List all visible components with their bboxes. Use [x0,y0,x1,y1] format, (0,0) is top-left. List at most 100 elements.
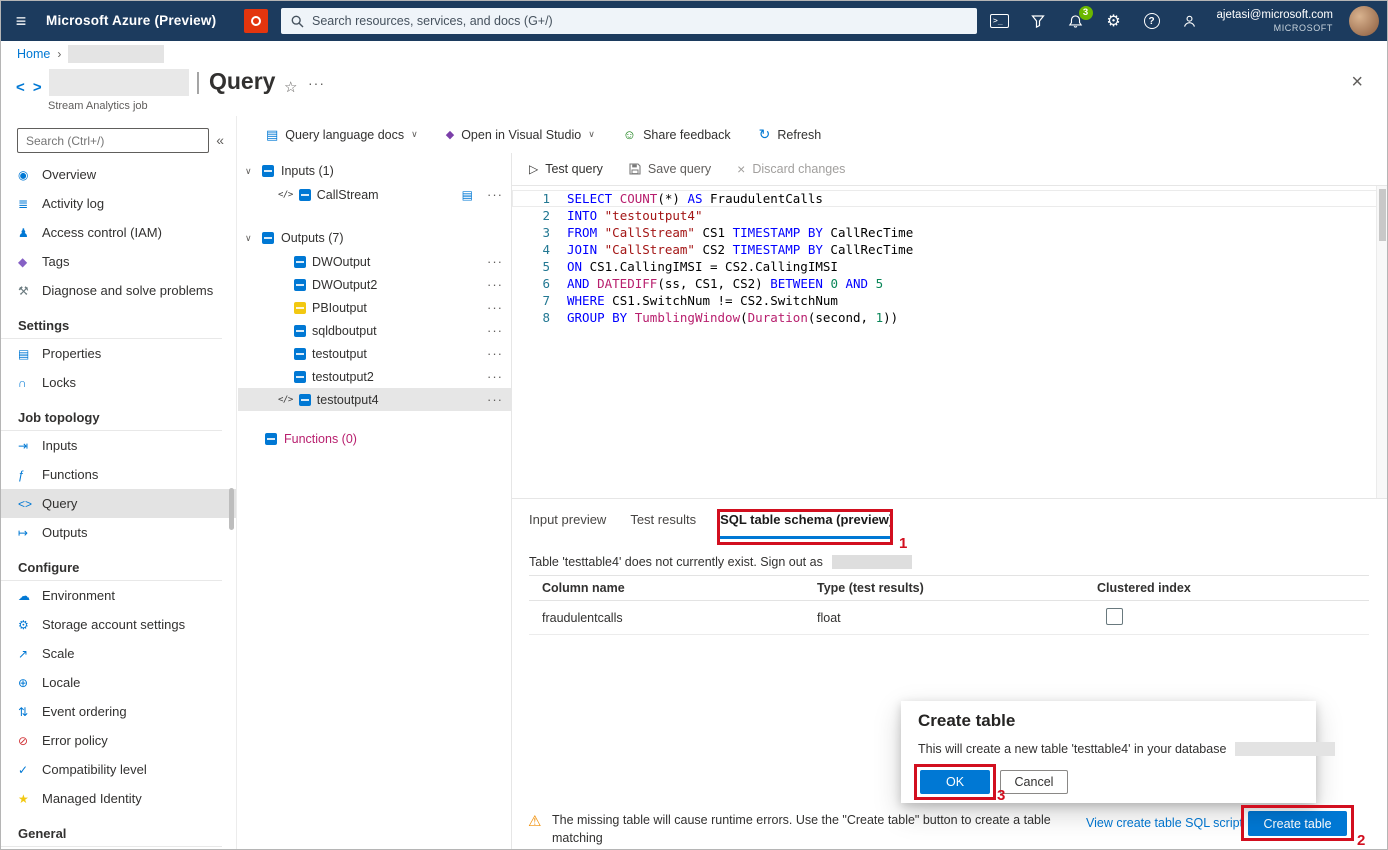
sidebar-search-input[interactable] [17,128,209,153]
tab-sql-table-schema[interactable]: SQL table schema (preview) [720,512,893,539]
tree-item-callstream[interactable]: </> CallStream ▤ ··· [238,183,511,206]
sidebar-item-inputs[interactable]: ⇥Inputs [1,431,236,460]
cloud-shell-icon[interactable]: >_ [989,10,1011,32]
header-column-name: Column name [529,581,804,595]
sidebar-item-event-ordering[interactable]: ⇅Event ordering [1,697,236,726]
editor-scrollbar-thumb[interactable] [1379,189,1386,241]
sidebar-item-functions[interactable]: ƒFunctions [1,460,236,489]
sidebar-item-access-control-iam[interactable]: ♟Access control (IAM) [1,218,236,247]
account-info[interactable]: ajetasi@microsoft.com MICROSOFT [1217,8,1333,34]
functions-group-icon [265,433,277,445]
share-feedback-button[interactable]: ☺ Share feedback [623,127,731,142]
section-divider [1,846,222,847]
tree-functions-group[interactable]: Functions (0) [238,427,511,451]
tree-item-dwoutput[interactable]: DWOutput··· [238,250,511,273]
access-control-iam-icon: ♟ [18,226,42,240]
sidebar-section-general: General [1,813,236,846]
more-options-icon[interactable]: ··· [487,300,503,315]
tree-outputs-group[interactable]: ∨ Outputs (7) [238,226,511,250]
environment-icon: ☁ [18,589,42,603]
tree-item-testoutput[interactable]: testoutput··· [238,342,511,365]
more-options-icon[interactable]: ··· [487,277,503,292]
tab-test-results[interactable]: Test results [630,512,696,539]
sidebar-item-managed-identity[interactable]: ★Managed Identity [1,784,236,813]
notifications-icon[interactable]: 3 [1065,10,1087,32]
sidebar-item-properties[interactable]: ▤Properties [1,339,236,368]
sidebar-item-diagnose-and-solve-problems[interactable]: ⚒Diagnose and solve problems [1,276,236,305]
tree-item-testoutput4[interactable]: </>testoutput4··· [238,388,511,411]
tree-inputs-group[interactable]: ∨ Inputs (1) [238,159,511,183]
tree-item-label: sqldboutput [312,324,377,338]
tree-outputs-label: Outputs (7) [281,231,344,245]
sidebar-item-environment[interactable]: ☁Environment [1,581,236,610]
discard-changes-button[interactable]: × Discard changes [737,161,845,177]
redacted-database-name [1235,742,1335,756]
breadcrumb-home-link[interactable]: Home [17,47,50,61]
code-reference-badge: </> [278,190,293,200]
account-directory: MICROSOFT [1217,23,1333,34]
sidebar-item-outputs[interactable]: ↦Outputs [1,518,236,547]
sidebar-item-label: Environment [42,588,115,603]
open-in-visual-studio-button[interactable]: ◆ Open in Visual Studio ∨ [446,128,595,142]
test-query-button[interactable]: ▷ Test query [529,162,603,176]
sidebar-item-compatibility-level[interactable]: ✓Compatibility level [1,755,236,784]
sidebar-scrollbar[interactable] [229,488,234,530]
sidebar-item-locale[interactable]: ⊕Locale [1,668,236,697]
favorite-star-icon[interactable]: ☆ [284,78,297,96]
chevron-down-icon: ∨ [588,129,595,140]
tab-input-preview[interactable]: Input preview [529,512,606,539]
sidebar-item-overview[interactable]: ◉Overview [1,160,236,189]
more-options-icon[interactable]: ··· [487,187,503,202]
more-options-icon[interactable]: ··· [487,346,503,361]
cancel-button[interactable]: Cancel [1000,770,1068,794]
sample-data-icon[interactable]: ▤ [462,188,473,202]
avatar[interactable] [1349,6,1379,36]
preview-app-icon[interactable] [244,9,268,33]
save-query-button[interactable]: Save query [629,162,711,176]
outputs-list: DWOutput···DWOutput2···PBIoutput···sqldb… [238,250,511,411]
settings-gear-icon[interactable]: ⚙ [1103,10,1125,32]
query-language-docs-button[interactable]: ▤ Query language docs ∨ [266,127,418,143]
directory-filter-icon[interactable] [1027,10,1049,32]
save-query-label: Save query [648,162,711,176]
sidebar-menu: ◉Overview≣Activity log♟Access control (I… [1,160,236,847]
collapse-menu-icon[interactable]: « [216,132,224,148]
tree-item-pbioutput[interactable]: PBIoutput··· [238,296,511,319]
outputs-group-icon [262,232,274,244]
more-options-icon[interactable]: ··· [487,369,503,384]
tree-item-testoutput2[interactable]: testoutput2··· [238,365,511,388]
tree-item-sqldboutput[interactable]: sqldboutput ··· [238,319,511,342]
global-search-input[interactable] [312,14,967,28]
more-options-icon[interactable]: ··· [487,254,503,269]
code-reference-badge: </> [278,395,293,405]
save-icon [629,163,641,175]
query-editor[interactable]: 1SELECT COUNT(*) AS FraudulentCalls2INTO… [511,186,1378,498]
sidebar-item-activity-log[interactable]: ≣Activity log [1,189,236,218]
more-options-icon[interactable]: ··· [487,392,503,407]
help-icon[interactable]: ? [1141,10,1163,32]
locks-icon: ∩ [18,376,42,390]
sidebar-item-storage-account-settings[interactable]: ⚙Storage account settings [1,610,236,639]
more-options-icon[interactable]: ··· [487,323,503,338]
open-in-visual-studio-label: Open in Visual Studio [461,128,581,142]
sidebar-item-query[interactable]: <>Query [1,489,236,518]
sidebar-item-error-policy[interactable]: ⊘Error policy [1,726,236,755]
view-create-table-sql-script-link[interactable]: View create table SQL script [1086,816,1243,830]
hamburger-menu-icon[interactable]: ≡ [1,1,41,41]
feedback-icon[interactable] [1179,10,1201,32]
refresh-button[interactable]: ↻ Refresh [759,126,822,143]
sidebar-item-tags[interactable]: ◆Tags [1,247,236,276]
tree-item-dwoutput2[interactable]: DWOutput2··· [238,273,511,296]
clustered-index-checkbox[interactable] [1106,608,1123,625]
ok-button[interactable]: OK [920,770,990,794]
sidebar-item-scale[interactable]: ↗Scale [1,639,236,668]
table-row: fraudulentcallsfloat [529,601,1369,635]
create-table-button[interactable]: Create table [1248,811,1347,836]
code-line: 6AND DATEDIFF(ss, CS1, CS2) BETWEEN 0 AN… [512,275,1378,292]
close-blade-icon[interactable]: × [1351,71,1363,94]
sidebar-item-label: Properties [42,346,101,361]
code-text: ON CS1.CallingIMSI = CS2.CallingIMSI [550,258,838,275]
sidebar-item-locks[interactable]: ∩Locks [1,368,236,397]
more-options-icon[interactable]: ··· [308,75,325,91]
editor-scrollbar[interactable] [1376,186,1387,498]
